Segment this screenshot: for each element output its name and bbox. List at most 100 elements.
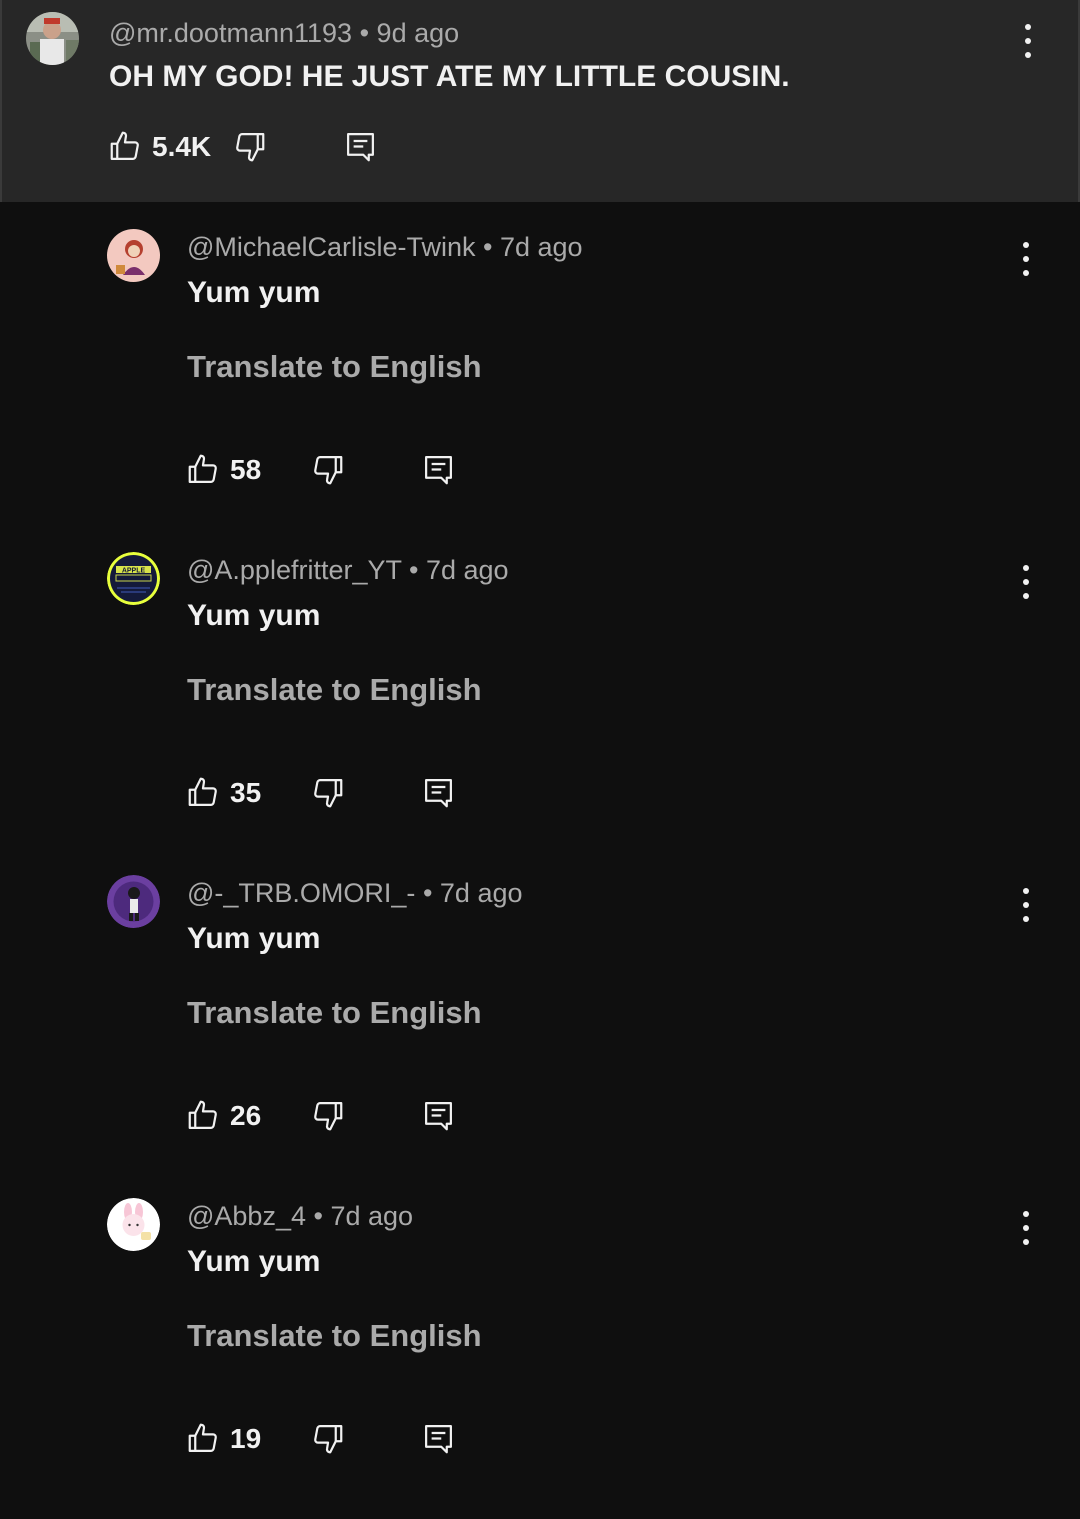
- dot: [1023, 1211, 1029, 1217]
- cartoon-character-avatar[interactable]: [107, 229, 160, 282]
- dot: [1023, 1239, 1029, 1245]
- reply-button[interactable]: [422, 1422, 455, 1455]
- meta-separator: •: [409, 555, 419, 585]
- dot: [1025, 24, 1031, 30]
- meta-separator: •: [483, 232, 493, 262]
- dot: [1023, 256, 1029, 262]
- like-button[interactable]: 5.4K: [109, 130, 211, 163]
- reply-comment: APPLE @A.pplefritter_YT • 7d ago Yum yum…: [0, 550, 1080, 873]
- like-count: 5.4K: [152, 130, 212, 162]
- pink-bunny-avatar[interactable]: [107, 1198, 160, 1251]
- dot: [1023, 902, 1029, 908]
- dot: [1023, 1225, 1029, 1231]
- dot: [1025, 52, 1031, 58]
- translate-link[interactable]: Translate to English: [187, 672, 482, 708]
- parent-comment-text: OH MY GOD! HE JUST ATE MY LITTLE COUSIN.: [109, 60, 790, 93]
- reply-author-handle[interactable]: @-_TRB.OMORI_-: [187, 878, 415, 908]
- like-button[interactable]: 19: [187, 1422, 261, 1455]
- reply-comment-icon: [422, 453, 455, 486]
- reply-meta: @-_TRB.OMORI_- • 7d ago: [187, 878, 523, 909]
- thumbs-down-icon: [311, 453, 344, 486]
- translate-link[interactable]: Translate to English: [187, 1318, 482, 1354]
- dislike-button[interactable]: [311, 453, 344, 486]
- translate-link[interactable]: Translate to English: [187, 349, 482, 385]
- reply-button[interactable]: [344, 130, 377, 163]
- reply-more-options-button[interactable]: [1016, 565, 1036, 599]
- parent-more-options-button[interactable]: [1018, 24, 1038, 58]
- highlighted-parent-comment: @mr.dootmann1193 • 9d ago OH MY GOD! HE …: [0, 0, 1080, 202]
- thumbs-down-icon: [311, 1422, 344, 1455]
- like-count: 35: [230, 776, 262, 808]
- parent-author-handle[interactable]: @mr.dootmann1193: [109, 18, 352, 48]
- reply-comment-icon: [422, 1099, 455, 1132]
- dislike-button[interactable]: [311, 1422, 344, 1455]
- reply-button[interactable]: [422, 1099, 455, 1132]
- dot: [1025, 38, 1031, 44]
- reply-comment-icon: [422, 1422, 455, 1455]
- purple-character-avatar[interactable]: [107, 875, 160, 928]
- dot: [1023, 579, 1029, 585]
- parent-comment-meta: @mr.dootmann1193 • 9d ago: [109, 18, 459, 49]
- reply-comment-icon: [422, 776, 455, 809]
- reply-meta: @A.pplefritter_YT • 7d ago: [187, 555, 509, 586]
- reply-timestamp: 7d ago: [330, 1201, 414, 1231]
- reply-text: Yum yum: [187, 1245, 321, 1278]
- dot: [1023, 270, 1029, 276]
- meta-separator: •: [359, 18, 370, 48]
- meta-separator: •: [422, 878, 433, 908]
- parent-action-bar: 5.4K: [109, 130, 409, 170]
- reply-button[interactable]: [422, 776, 455, 809]
- dot: [1023, 888, 1029, 894]
- reply-text: Yum yum: [187, 276, 321, 309]
- reply-comment: @Abbz_4 • 7d ago Yum yum Translate to En…: [0, 1196, 1080, 1519]
- reply-meta: @Abbz_4 • 7d ago: [187, 1201, 413, 1232]
- reply-author-handle[interactable]: @A.pplefritter_YT: [187, 555, 402, 585]
- like-count: 26: [230, 1099, 262, 1131]
- translate-link[interactable]: Translate to English: [187, 995, 482, 1031]
- reply-more-options-button[interactable]: [1016, 242, 1036, 276]
- like-button[interactable]: 26: [187, 1099, 261, 1132]
- dislike-button[interactable]: [233, 130, 266, 163]
- dot: [1023, 916, 1029, 922]
- reply-comment-icon: [344, 130, 377, 163]
- reply-timestamp: 7d ago: [499, 232, 583, 262]
- reply-text: Yum yum: [187, 599, 321, 632]
- reply-action-bar: 58: [187, 453, 487, 493]
- thumbs-up-icon: [187, 1422, 220, 1455]
- thumbs-down-icon: [311, 1099, 344, 1132]
- thumbs-down-icon: [233, 130, 266, 163]
- thumbs-up-icon: [187, 776, 220, 809]
- reply-author-handle[interactable]: @MichaelCarlisle-Twink: [187, 232, 475, 262]
- reply-button[interactable]: [422, 453, 455, 486]
- reply-timestamp: 7d ago: [425, 555, 509, 585]
- reply-action-bar: 19: [187, 1422, 487, 1462]
- thumbs-down-icon: [311, 776, 344, 809]
- reply-more-options-button[interactable]: [1016, 888, 1036, 922]
- reply-comment: @MichaelCarlisle-Twink • 7d ago Yum yum …: [0, 227, 1080, 550]
- dot: [1023, 593, 1029, 599]
- thumbs-up-icon: [109, 130, 142, 163]
- reply-more-options-button[interactable]: [1016, 1211, 1036, 1245]
- svg-text:APPLE: APPLE: [122, 568, 146, 575]
- reply-comment: @-_TRB.OMORI_- • 7d ago Yum yum Translat…: [0, 873, 1080, 1196]
- thumbs-up-icon: [187, 453, 220, 486]
- parent-avatar[interactable]: [26, 12, 79, 65]
- dislike-button[interactable]: [311, 776, 344, 809]
- reply-text: Yum yum: [187, 922, 321, 955]
- like-count: 19: [230, 1422, 262, 1454]
- apple-fritter-logo-avatar[interactable]: APPLE: [107, 552, 160, 605]
- reply-action-bar: 26: [187, 1099, 487, 1139]
- like-button[interactable]: 35: [187, 776, 261, 809]
- dot: [1023, 242, 1029, 248]
- reply-action-bar: 35: [187, 776, 487, 816]
- reply-author-handle[interactable]: @Abbz_4: [187, 1201, 306, 1231]
- dislike-button[interactable]: [311, 1099, 344, 1132]
- reply-meta: @MichaelCarlisle-Twink • 7d ago: [187, 232, 583, 263]
- meta-separator: •: [313, 1201, 323, 1231]
- dot: [1023, 565, 1029, 571]
- like-count: 58: [230, 453, 262, 485]
- parent-timestamp: 9d ago: [376, 18, 460, 48]
- thumbs-up-icon: [187, 1099, 220, 1132]
- reply-timestamp: 7d ago: [439, 878, 523, 908]
- like-button[interactable]: 58: [187, 453, 261, 486]
